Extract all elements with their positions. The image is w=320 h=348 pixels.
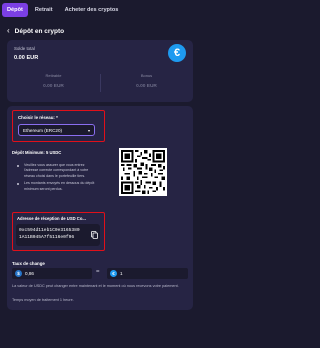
withdrawable-value: 0.00 EUR bbox=[43, 84, 64, 89]
withdrawable-label: Retirable bbox=[45, 73, 62, 78]
tab-withdraw[interactable]: Retrait bbox=[30, 3, 58, 17]
eur-rate-field: € 1 bbox=[107, 268, 188, 279]
eur-rate-value: 1 bbox=[120, 271, 123, 276]
minimum-deposit-title: Dépôt Minimum: 5 USDC bbox=[12, 150, 62, 155]
top-tabs: Dépôt Retrait Acheter des cryptos bbox=[0, 0, 200, 20]
equals-sign: = bbox=[96, 269, 100, 275]
deposit-notes: Veuillez vous assurer que vous entrez l'… bbox=[17, 163, 99, 194]
network-selector-highlight: Choisir le réseau: * Ethereum (ERC20) ▾ bbox=[12, 110, 105, 142]
exchange-rate-row: $ 0,86 = € 1 bbox=[12, 268, 188, 279]
deposit-qr-code bbox=[119, 148, 167, 196]
tab-deposit[interactable]: Dépôt bbox=[2, 3, 28, 17]
deposit-address-line-2: 1A11B045A7f5116e0f96 bbox=[19, 234, 75, 240]
balance-card: Solde total 0.00 EUR € Retirable 0.00 EU… bbox=[7, 40, 193, 102]
processing-time: Temps moyen de traitement 1 heure. bbox=[12, 298, 74, 302]
deposit-address-field[interactable]: 0xc594d11eb1C0e3165380 1A11B045A7f5116e0… bbox=[16, 224, 100, 246]
euro-coin-icon: € bbox=[110, 270, 117, 277]
total-balance-value: 0.00 EUR bbox=[14, 55, 39, 61]
usdc-rate-value: 0,86 bbox=[25, 271, 34, 276]
back-arrow-icon[interactable]: ‹ bbox=[7, 27, 10, 35]
network-label: Choisir le réseau: * bbox=[18, 115, 58, 120]
deposit-card: Choisir le réseau: * Ethereum (ERC20) ▾ … bbox=[7, 106, 193, 310]
balance-divider bbox=[100, 74, 101, 92]
network-select[interactable]: Ethereum (ERC20) ▾ bbox=[18, 124, 95, 136]
rate-disclaimer: La valeur de USDC peut changer entre mai… bbox=[12, 284, 179, 288]
balance-breakdown: Retirable 0.00 EUR Bonus 0.00 EUR bbox=[7, 70, 193, 98]
deposit-address-value: 0xc594d11eb1C0e3165380 1A11B045A7f5116e0… bbox=[19, 228, 80, 241]
total-balance-label: Solde total bbox=[14, 46, 35, 51]
deposit-address-line-1: 0xc594d11eb1C0e3165380 bbox=[19, 228, 80, 233]
usdc-rate-field: $ 0,86 bbox=[12, 268, 92, 279]
page-title: Dépôt en crypto bbox=[14, 27, 65, 35]
bonus-value: 0.00 EUR bbox=[136, 84, 157, 89]
euro-currency-icon: € bbox=[168, 44, 186, 62]
copy-icon[interactable] bbox=[91, 231, 98, 239]
chevron-down-icon: ▾ bbox=[87, 127, 90, 133]
bonus-label: Bonus bbox=[140, 73, 153, 78]
deposit-address-label: Adresse de réception de USD Co... bbox=[17, 216, 86, 221]
deposit-address-highlight: Adresse de réception de USD Co... 0xc594… bbox=[12, 212, 105, 251]
usdc-coin-icon: $ bbox=[15, 270, 22, 277]
tab-buy-crypto[interactable]: Acheter des cryptos bbox=[60, 3, 124, 17]
network-selected-value: Ethereum (ERC20) bbox=[23, 127, 63, 133]
note-item: Veuillez vous assurer que vous entrez l'… bbox=[17, 163, 99, 179]
withdrawable-section: Retirable 0.00 EUR bbox=[7, 70, 100, 98]
bonus-section: Bonus 0.00 EUR bbox=[100, 70, 193, 98]
note-item: Les montants envoyés en dessous du dépôt… bbox=[17, 181, 99, 192]
exchange-rate-title: Taux de change bbox=[12, 261, 45, 266]
page-header: ‹ Dépôt en crypto bbox=[0, 24, 200, 38]
